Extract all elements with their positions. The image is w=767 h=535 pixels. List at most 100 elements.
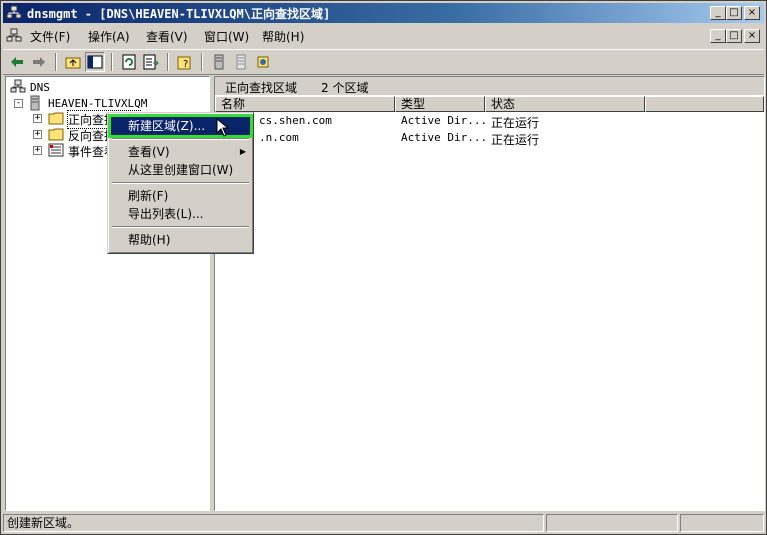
menu-item-view[interactable]: 查看(V) ▶: [111, 143, 250, 161]
menu-item-export-list[interactable]: 导出列表(L)...: [111, 205, 250, 223]
menu-item-new-zone-label: 新建区域(Z)...: [128, 119, 206, 133]
results-header-count: 2 个区域: [321, 81, 369, 95]
table-row[interactable]: cs.shen.com Active Dir... 正在运行: [215, 113, 764, 130]
zone-type: Active Dir...: [401, 114, 488, 127]
toolbar-separator: [201, 53, 203, 71]
child-restore-button[interactable]: □: [726, 29, 742, 43]
menu-file[interactable]: 文件(F): [30, 28, 70, 45]
toolbar-separator: [167, 53, 169, 71]
up-folder-icon: [65, 57, 81, 69]
back-button[interactable]: [7, 52, 27, 72]
expand-event-viewer-toggle[interactable]: +: [33, 146, 42, 155]
dns-icon: [10, 79, 26, 93]
column-header-name[interactable]: 名称: [215, 96, 395, 112]
zone-icon: [236, 54, 246, 70]
child-close-button[interactable]: ×: [744, 29, 760, 43]
minimize-button[interactable]: _: [710, 6, 726, 20]
column-header-type[interactable]: 类型: [395, 96, 485, 112]
console-tree-icon: [87, 55, 103, 69]
toolbar-separator: [111, 53, 113, 71]
mmc-window: dnsmgmt - [DNS\HEAVEN-TLIVXLQM\正向查找区域] _…: [0, 0, 767, 535]
column-header-type-label: 类型: [401, 97, 426, 111]
minimize-icon: _: [715, 7, 721, 18]
close-icon: ×: [747, 30, 757, 41]
title-bar[interactable]: dnsmgmt - [DNS\HEAVEN-TLIVXLQM\正向查找区域] _…: [3, 3, 764, 23]
child-minimize-button[interactable]: _: [710, 29, 726, 43]
server-icon: [30, 95, 40, 111]
menu-action[interactable]: 操作(A): [88, 28, 130, 45]
server-icon: [214, 54, 224, 70]
menu-item-new-window-from-here[interactable]: 从这里创建窗口(W): [111, 161, 250, 179]
results-pane: 正向查找区域 2 个区域 名称 类型 状态 cs.shen.com Active…: [214, 76, 765, 511]
menu-item-new-window-label: 从这里创建窗口(W): [128, 163, 234, 177]
folder-icon: [48, 128, 64, 141]
menu-item-view-label: 查看(V): [128, 145, 170, 159]
collapse-server-toggle[interactable]: -: [14, 99, 23, 108]
context-menu: 新建区域(Z)... 查看(V) ▶ 从这里创建窗口(W) 刷新(F) 导出列表…: [107, 112, 254, 254]
tree-label-server: HEAVEN-TLIVXLQM: [48, 97, 148, 110]
event-viewer-icon: [48, 143, 64, 157]
menu-item-export-list-label: 导出列表(L)...: [128, 207, 204, 221]
domain-icon: [257, 56, 269, 68]
menu-window[interactable]: 窗口(W): [204, 28, 249, 45]
maximize-button[interactable]: □: [726, 6, 742, 20]
menu-item-help-label: 帮助(H): [128, 233, 171, 247]
refresh-button[interactable]: [119, 52, 139, 72]
svg-text:?: ?: [183, 59, 188, 70]
status-bar: 创建新区域。: [3, 513, 766, 533]
column-header-empty: [645, 96, 764, 112]
help-icon: ?: [177, 56, 191, 70]
column-header-status[interactable]: 状态: [485, 96, 645, 112]
status-text: 创建新区域。: [3, 514, 544, 532]
menu-bar: 文件(F) 操作(A) 查看(V) 窗口(W) 帮助(H): [3, 25, 764, 47]
up-one-level-button[interactable]: [63, 52, 83, 72]
show-hide-console-tree-button[interactable]: [85, 52, 105, 72]
menu-item-refresh-label: 刷新(F): [128, 189, 169, 203]
results-header: 正向查找区域 2 个区域: [215, 77, 764, 95]
mouse-cursor-icon: [216, 118, 230, 137]
zone-name: .n.com: [259, 131, 299, 144]
menu-help[interactable]: 帮助(H): [262, 28, 304, 45]
maximize-icon: □: [729, 7, 739, 18]
help-button[interactable]: ?: [175, 52, 195, 72]
server-button[interactable]: [209, 52, 229, 72]
restore-icon: □: [729, 30, 739, 41]
table-row[interactable]: .n.com Active Dir... 正在运行: [215, 130, 764, 147]
export-list-icon: [143, 54, 159, 70]
dns-app-icon: [6, 5, 22, 19]
column-header-status-label: 状态: [491, 97, 516, 111]
menu-separator: [112, 226, 249, 228]
column-header-name-label: 名称: [221, 97, 246, 111]
forward-button[interactable]: [29, 52, 49, 72]
toolbar: ?: [3, 49, 764, 75]
zone-status: 正在运行: [491, 133, 540, 147]
folder-icon: [48, 112, 64, 125]
minimize-icon: _: [715, 30, 721, 41]
zone-status: 正在运行: [491, 116, 540, 130]
toolbar-separator: [55, 53, 57, 71]
window-title: dnsmgmt - [DNS\HEAVEN-TLIVXLQM\正向查找区域]: [27, 7, 331, 21]
submenu-arrow-icon: ▶: [239, 147, 246, 156]
mmc-console-icon[interactable]: [6, 28, 22, 44]
menu-separator: [112, 138, 249, 140]
zone-button[interactable]: [231, 52, 251, 72]
export-list-button[interactable]: [141, 52, 161, 72]
back-arrow-icon: [11, 57, 23, 67]
close-icon: ×: [747, 7, 757, 18]
zone-type: Active Dir...: [401, 131, 488, 144]
results-header-title: 正向查找区域: [225, 81, 298, 95]
domain-button[interactable]: [253, 52, 273, 72]
tree-label-dns: DNS: [30, 81, 50, 94]
menu-item-help[interactable]: 帮助(H): [111, 231, 250, 249]
status-panel-2: [546, 514, 678, 532]
menu-separator: [112, 182, 249, 184]
expand-reverse-zones-toggle[interactable]: +: [33, 130, 42, 139]
close-button[interactable]: ×: [744, 6, 760, 20]
menu-item-refresh[interactable]: 刷新(F): [111, 187, 250, 205]
forward-arrow-icon: [33, 57, 45, 67]
status-panel-3: [680, 514, 764, 532]
zone-name: cs.shen.com: [259, 114, 332, 127]
menu-view[interactable]: 查看(V): [146, 28, 188, 45]
expand-forward-zones-toggle[interactable]: +: [33, 114, 42, 123]
refresh-icon: [122, 54, 136, 70]
